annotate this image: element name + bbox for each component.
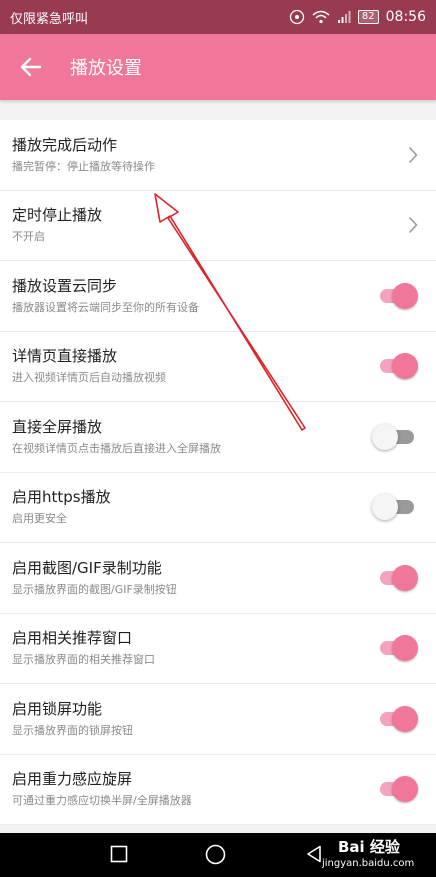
toggle-switch[interactable] — [376, 635, 418, 662]
setting-title: 启用重力感应旋屏 — [12, 770, 133, 789]
setting-subtitle: 进入视频详情页后自动播放视频 — [12, 371, 166, 385]
back-arrow-icon — [20, 57, 42, 77]
setting-subtitle: 不开启 — [12, 230, 45, 244]
toggle-switch[interactable] — [376, 282, 418, 309]
signal-icon — [337, 10, 351, 24]
toggle-knob — [372, 494, 398, 521]
battery-icon: 82 — [357, 10, 379, 24]
settings-list: 播放完成后动作 播完暂停：停止播放等待操作 定时停止播放 不开启 播放设置云同步… — [0, 120, 436, 825]
watermark-url: jingyan.baidu.com — [322, 858, 415, 869]
setting-row-fullscreen-play: 直接全屏播放 在视频详情页点击播放后直接进入全屏播放 — [0, 402, 436, 473]
setting-subtitle: 显示播放界面的截图/GIF录制按钮 — [12, 582, 177, 596]
toggle-knob — [372, 423, 398, 450]
setting-row-sleep-timer[interactable]: 定时停止播放 不开启 — [0, 191, 436, 261]
setting-title: 详情页直接播放 — [12, 347, 118, 366]
setting-row-cloud-sync: 播放设置云同步 播放器设置将云端同步至你的所有设备 — [0, 261, 436, 332]
toggle-knob — [392, 564, 418, 591]
home-icon[interactable] — [205, 844, 226, 865]
status-icons: 82 08:56 — [289, 9, 426, 25]
setting-subtitle: 启用更安全 — [12, 512, 67, 526]
setting-row-recommendations: 启用相关推荐窗口 显示播放界面的相关推荐窗口 — [0, 614, 436, 684]
wifi-icon — [312, 10, 330, 24]
chevron-right-icon — [408, 217, 418, 234]
setting-subtitle: 显示播放界面的相关推荐窗口 — [12, 653, 155, 667]
setting-row-autoplay-details: 详情页直接播放 进入视频详情页后自动播放视频 — [0, 332, 436, 402]
setting-title: 定时停止播放 — [12, 206, 103, 225]
carrier-text: 仅限紧急呼叫 — [10, 11, 89, 27]
toggle-switch[interactable] — [376, 705, 418, 732]
toggle-knob — [392, 705, 418, 732]
chevron-right-icon — [408, 146, 418, 163]
toggle-knob — [392, 776, 418, 803]
toggle-knob — [392, 353, 418, 380]
toggle-switch[interactable] — [372, 423, 416, 450]
app-bar: 播放设置 — [0, 34, 436, 100]
watermark-brand: Bai 经验 — [338, 838, 400, 856]
setting-row-gravity-rotation: 启用重力感应旋屏 可通过重力感应切换半屏/全屏播放器 — [0, 755, 436, 825]
setting-title: 播放完成后动作 — [12, 135, 118, 154]
status-bar: 仅限紧急呼叫 82 08:56 — [0, 0, 436, 34]
setting-subtitle: 可通过重力感应切换半屏/全屏播放器 — [12, 794, 192, 808]
setting-subtitle: 在视频详情页点击播放后直接进入全屏播放 — [12, 441, 221, 455]
toggle-switch[interactable] — [376, 776, 418, 803]
setting-subtitle: 播完暂停：停止播放等待操作 — [12, 159, 155, 173]
toggle-switch[interactable] — [376, 564, 418, 591]
hotspot-icon — [289, 9, 305, 25]
setting-subtitle: 显示播放界面的锁屏按钮 — [12, 723, 133, 737]
setting-row-screen-lock: 启用锁屏功能 显示播放界面的锁屏按钮 — [0, 684, 436, 755]
toggle-knob — [392, 282, 418, 309]
setting-row-after-playback-action[interactable]: 播放完成后动作 播完暂停：停止播放等待操作 — [0, 120, 436, 191]
setting-row-https: 启用https播放 启用更安全 — [0, 473, 436, 543]
recent-apps-icon[interactable] — [110, 845, 128, 863]
back-button[interactable] — [0, 34, 62, 100]
toggle-knob — [392, 635, 418, 662]
baidu-jingyan-watermark: Bai 经验 jingyan.baidu.com — [300, 834, 436, 877]
page-title: 播放设置 — [70, 58, 142, 79]
toggle-switch[interactable] — [372, 494, 416, 521]
setting-title: 启用相关推荐窗口 — [12, 629, 133, 648]
setting-subtitle: 播放器设置将云端同步至你的所有设备 — [12, 300, 199, 314]
setting-title: 启用截图/GIF录制功能 — [12, 558, 162, 577]
setting-row-screenshot-gif: 启用截图/GIF录制功能 显示播放界面的截图/GIF录制按钮 — [0, 543, 436, 614]
setting-title: 播放设置云同步 — [12, 276, 118, 295]
setting-title: 启用锁屏功能 — [12, 699, 103, 718]
toggle-switch[interactable] — [376, 353, 418, 380]
status-time: 08:56 — [385, 9, 426, 25]
